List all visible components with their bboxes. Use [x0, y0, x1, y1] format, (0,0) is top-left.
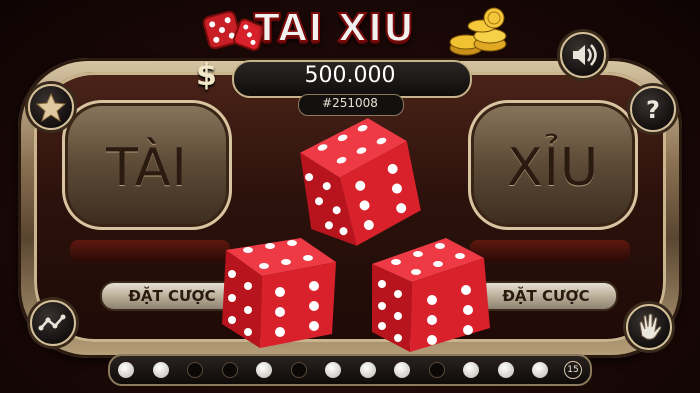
star-button[interactable] [28, 84, 74, 130]
help-button[interactable]: ? [630, 86, 676, 132]
xiu-panel[interactable]: XỈU [468, 100, 638, 230]
history-dot [394, 362, 410, 378]
game-stage: TÀI XỈU ĐẶT CƯỢC ĐẶT CƯỢC 500.000 $ #251… [0, 0, 700, 393]
history-count: 15 [564, 361, 582, 379]
speaker-icon [573, 44, 597, 66]
trend-icon [38, 314, 66, 331]
history-dot [532, 362, 548, 378]
dollar-icon: $ [196, 58, 217, 93]
history-dot [497, 362, 514, 378]
tai-panel[interactable]: TÀI [62, 100, 232, 230]
chart-button[interactable] [30, 300, 76, 346]
history-dot [152, 362, 169, 378]
star-icon [35, 92, 67, 123]
history-dot [325, 362, 341, 378]
history-dot [428, 362, 445, 378]
history-dot [359, 362, 376, 378]
hand-button[interactable] [626, 304, 672, 350]
history-dot [256, 362, 272, 378]
history-bar: 15 [108, 354, 592, 386]
balance-value: 500.000 [304, 63, 396, 88]
die-right [372, 238, 490, 352]
history-dot [118, 362, 134, 378]
sound-button[interactable] [560, 32, 606, 78]
session-id: #251008 [322, 96, 378, 110]
hand-icon [639, 313, 662, 340]
coins-icon [449, 7, 507, 56]
xiu-label: XỈU [506, 138, 600, 198]
logo-title: TAI XIU [253, 5, 416, 51]
question-icon: ? [646, 96, 660, 124]
history-dot [463, 362, 479, 378]
die-left [222, 238, 336, 348]
svg-text:?: ? [646, 96, 660, 124]
history-dot [290, 362, 307, 378]
history-dot [187, 362, 203, 378]
tai-label: TÀI [106, 138, 188, 198]
history-dot [221, 362, 238, 378]
